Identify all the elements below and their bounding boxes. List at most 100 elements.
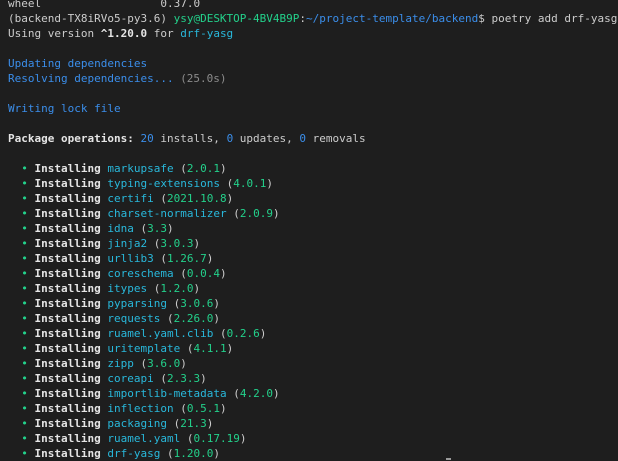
package-version: 0.2.6 — [226, 327, 260, 340]
bullet-icon: • — [21, 402, 28, 415]
install-line: • Installing certifi (2021.10.8) — [21, 192, 234, 205]
prompt-dollar: $ — [478, 12, 485, 25]
installing-label: Installing — [34, 357, 101, 370]
installing-label: Installing — [34, 267, 101, 280]
bullet-icon: • — [21, 357, 28, 370]
command-text: poetry add drf-yasg — [491, 12, 618, 25]
package-name: drf-yasg — [107, 447, 161, 460]
package-name: packaging — [107, 417, 167, 430]
package-version: 0.5.1 — [186, 402, 220, 415]
installing-label: Installing — [34, 237, 101, 250]
install-line: • Installing drf-yasg (1.20.0) — [21, 447, 220, 460]
bullet-icon: • — [21, 207, 28, 220]
installing-label: Installing — [34, 297, 101, 310]
install-line: • Installing ruamel.yaml.clib (0.2.6) — [21, 327, 267, 340]
installing-label: Installing — [34, 402, 101, 415]
bullet-icon: • — [21, 432, 28, 445]
installing-label: Installing — [34, 372, 101, 385]
resolving-time: (25.0s) — [180, 72, 227, 85]
package-name: importlib-metadata — [107, 387, 227, 400]
install-line: • Installing pyparsing (3.0.6) — [21, 297, 220, 310]
using-middle: for — [147, 27, 181, 40]
install-line: • Installing itypes (1.2.0) — [21, 282, 201, 295]
installing-label: Installing — [34, 252, 101, 265]
install-line: • Installing coreschema (0.0.4) — [21, 267, 227, 280]
installs-label: installs, — [153, 132, 227, 145]
package-version: 21.3 — [180, 417, 207, 430]
package-name: urllib3 — [107, 252, 154, 265]
package-name: coreschema — [107, 267, 174, 280]
package-version: 4.0.1 — [233, 177, 267, 190]
install-list: • Installing markupsafe (2.0.1) • Instal… — [8, 161, 618, 461]
install-line: • Installing charset-normalizer (2.0.9) — [21, 207, 280, 220]
wheel-version: 0.37.0 — [160, 0, 201, 10]
writing-lock-line: Writing lock file — [8, 102, 121, 115]
package-version: 4.1.1 — [193, 342, 227, 355]
package-version: 4.2.0 — [239, 387, 273, 400]
install-line: • Installing idna (3.3) — [21, 222, 174, 235]
install-line: • Installing markupsafe (2.0.1) — [21, 162, 227, 175]
resolving-text: Resolving dependencies... — [8, 72, 181, 85]
package-name: requests — [107, 312, 161, 325]
bullet-icon: • — [21, 312, 28, 325]
package-version: 2.0.1 — [186, 162, 220, 175]
user-host: ysy@DESKTOP-4BV4B9P — [173, 12, 300, 25]
version-constraint: ^1.20.0 — [100, 27, 148, 40]
package-version: 2021.10.8 — [166, 192, 227, 205]
updating-line: Updating dependencies — [8, 57, 148, 70]
install-line: • Installing coreapi (2.3.3) — [21, 372, 207, 385]
package-version: 2.26.0 — [173, 312, 214, 325]
install-line: • Installing urllib3 (1.26.7) — [21, 252, 214, 265]
prompt-line: (backend-TX8iRVo5-py3.6) ysy@DESKTOP-4BV… — [8, 11, 618, 26]
package-name: charset-normalizer — [107, 207, 227, 220]
package-name: ruamel.yaml.clib — [107, 327, 214, 340]
package-name: uritemplate — [107, 342, 181, 355]
bullet-icon: • — [21, 192, 28, 205]
package-name: jinja2 — [107, 237, 148, 250]
bullet-icon: • — [21, 372, 28, 385]
updates-label: updates, — [233, 132, 300, 145]
bullet-icon: • — [21, 387, 28, 400]
package-version: 2.3.3 — [166, 372, 201, 385]
wheel-name: wheel — [8, 0, 42, 10]
installing-label: Installing — [34, 387, 101, 400]
package-name: coreapi — [107, 372, 154, 385]
operations-line: Package operations: 20 installs, 0 updat… — [8, 131, 618, 146]
package-version: 1.2.0 — [160, 282, 194, 295]
package-name: markupsafe — [107, 162, 174, 175]
install-line: • Installing zipp (3.6.0) — [21, 357, 187, 370]
terminal-cursor — [446, 458, 451, 460]
bullet-icon: • — [21, 252, 28, 265]
package-version: 3.3 — [147, 222, 167, 235]
installing-label: Installing — [34, 312, 101, 325]
bullet-icon: • — [21, 327, 28, 340]
package-name: inflection — [107, 402, 174, 415]
bullet-icon: • — [21, 222, 28, 235]
package-name: itypes — [107, 282, 148, 295]
bullet-icon: • — [21, 267, 28, 280]
installing-label: Installing — [34, 327, 101, 340]
installing-label: Installing — [34, 417, 101, 430]
package-version: 3.0.3 — [160, 237, 194, 250]
resolving-line: Resolving dependencies... (25.0s) — [8, 71, 618, 86]
package-name: zipp — [107, 357, 134, 370]
bullet-icon: • — [21, 447, 28, 460]
install-line: • Installing importlib-metadata (4.2.0) — [21, 387, 280, 400]
installs-count: 20 — [140, 132, 154, 145]
terminal-panel[interactable]: wheel 0.37.0 (backend-TX8iRVo5-py3.6) ys… — [0, 0, 618, 461]
installing-label: Installing — [34, 447, 101, 460]
bullet-icon: • — [21, 417, 28, 430]
install-line: • Installing packaging (21.3) — [21, 417, 214, 430]
install-line: • Installing jinja2 (3.0.3) — [21, 237, 201, 250]
bullet-icon: • — [21, 342, 28, 355]
installing-label: Installing — [34, 162, 101, 175]
operations-label: Package operations: — [8, 132, 141, 145]
package-version: 1.20.0 — [173, 447, 214, 460]
package-name: pyparsing — [107, 297, 167, 310]
installing-label: Installing — [34, 432, 101, 445]
install-line: • Installing uritemplate (4.1.1) — [21, 342, 234, 355]
install-line: • Installing inflection (0.5.1) — [21, 402, 227, 415]
installing-label: Installing — [34, 177, 101, 190]
installing-label: Installing — [34, 192, 101, 205]
